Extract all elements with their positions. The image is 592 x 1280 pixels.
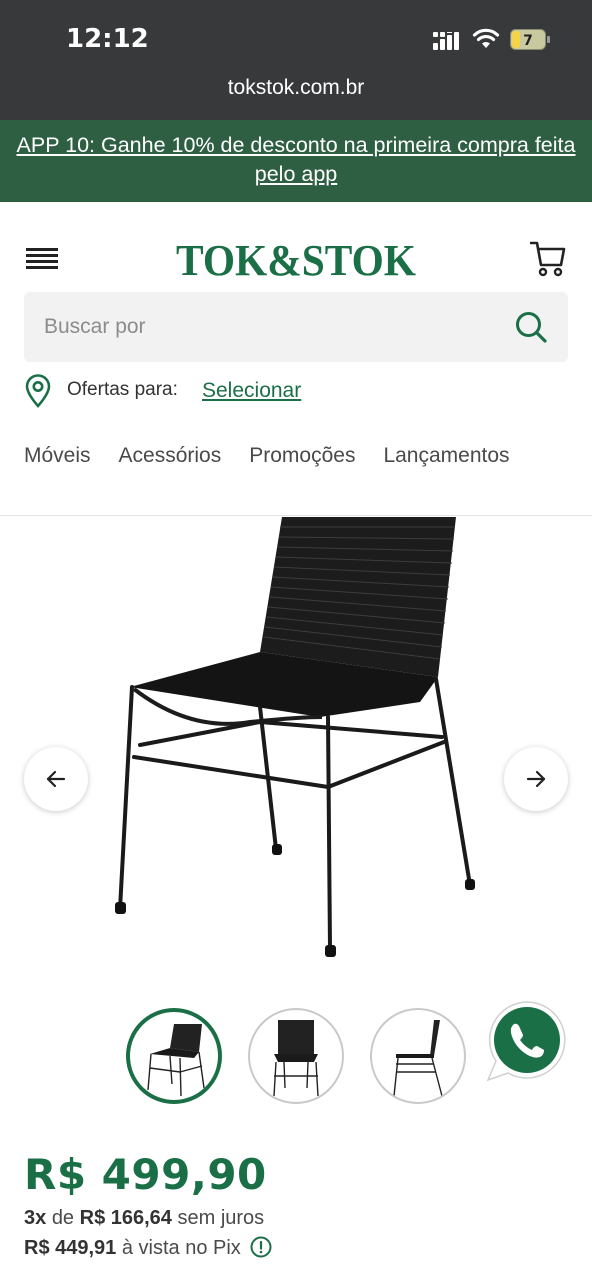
search-bar [24, 292, 568, 362]
whatsapp-icon[interactable] [486, 1000, 568, 1084]
thumbnail-1[interactable] [126, 1008, 222, 1104]
status-time: 12:12 [66, 24, 149, 54]
wifi-icon [472, 28, 500, 48]
status-bar: 12:12 7 tokstok.com.br [0, 0, 592, 120]
search-icon[interactable] [514, 310, 548, 344]
product-image-chair [115, 517, 475, 957]
installments-info: 3x de R$ 166,64 sem juros [24, 1207, 584, 1230]
price-block: R$ 499,90 3x de R$ 166,64 sem juros R$ 4… [24, 1150, 584, 1260]
gallery-prev-button[interactable] [24, 747, 88, 811]
installment-value: R$ 166,64 [79, 1207, 172, 1229]
site-header: TOK&STOK Ofertas para: Selecionar Móveis… [0, 202, 592, 516]
product-price: R$ 499,90 [24, 1150, 267, 1199]
thumbnail-chair-side [393, 1020, 443, 1097]
signal-icon [433, 32, 459, 50]
nav-item-promocoes[interactable]: Promoções [249, 444, 355, 468]
promo-banner[interactable]: APP 10: Ganhe 10% de desconto na primeir… [0, 120, 592, 202]
thumbnail-chair-front-three-quarter [147, 1024, 205, 1097]
battery-level: 7 [523, 33, 533, 49]
cart-icon[interactable] [530, 240, 566, 278]
arrow-right-icon [526, 770, 546, 788]
offers-label: Ofertas para: [67, 379, 178, 400]
nav-item-acessorios[interactable]: Acessórios [119, 444, 222, 468]
nav-item-moveis[interactable]: Móveis [24, 444, 91, 468]
pix-info: R$ 449,91 à vista no Pix [24, 1236, 584, 1260]
category-nav: Móveis Acessórios Promoções Lançamentos [24, 444, 568, 478]
battery-icon: 7 [510, 29, 550, 50]
offers-location: Ofertas para: Selecionar [24, 374, 564, 410]
arrow-left-icon [46, 770, 66, 788]
installments-suffix: sem juros [177, 1207, 265, 1229]
select-location-link[interactable]: Selecionar [202, 379, 301, 403]
location-pin-icon [25, 374, 51, 408]
gallery-next-button[interactable] [504, 747, 568, 811]
product-gallery [0, 517, 592, 997]
nav-item-lancamentos[interactable]: Lançamentos [383, 444, 509, 468]
thumbnail-2[interactable] [248, 1008, 344, 1104]
logo-text: TOK&STOK [176, 236, 416, 282]
pix-price: R$ 449,91 [24, 1237, 117, 1259]
search-input[interactable] [44, 312, 484, 342]
pix-suffix: à vista no Pix [121, 1237, 241, 1259]
installments-count: 3x [24, 1207, 47, 1229]
thumbnail-3[interactable] [370, 1008, 466, 1104]
thumbnail-chair-front [273, 1020, 319, 1097]
browser-url[interactable]: tokstok.com.br [0, 76, 592, 100]
tokstok-logo[interactable]: TOK&STOK [174, 236, 418, 282]
info-icon[interactable] [250, 1236, 272, 1258]
installments-of: de [51, 1207, 75, 1229]
hamburger-menu-icon[interactable] [26, 248, 58, 270]
